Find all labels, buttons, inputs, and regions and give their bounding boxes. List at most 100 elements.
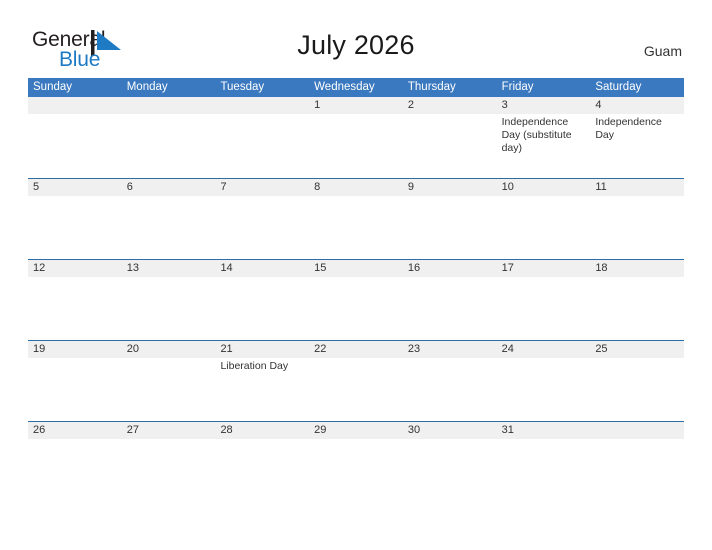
day-cell-empty [122, 97, 216, 178]
day-cell[interactable]: 19 [28, 341, 122, 421]
day-cell[interactable]: 30 [403, 422, 497, 502]
day-cell-row: 1 2 3 Independence Day (substitute day) 4 Ind… [28, 97, 684, 178]
day-events: Independence Day (substitute day) [502, 114, 587, 155]
day-number: 8 [314, 181, 321, 193]
day-cell[interactable]: 12 [28, 260, 122, 340]
day-cell[interactable]: 4 Independence Day [590, 97, 684, 178]
day-cell[interactable]: 27 [122, 422, 216, 502]
day-cell[interactable]: 1 [309, 97, 403, 178]
day-number: 15 [314, 262, 327, 274]
day-cell[interactable]: 2 [403, 97, 497, 178]
calendar-weeks: 1 2 3 Independence Day (substitute day) 4 Ind… [28, 97, 684, 502]
day-cell-row: 19 20 21 Liberation Day 22 23 24 25 [28, 341, 684, 421]
day-cell[interactable]: 17 [497, 260, 591, 340]
day-cell[interactable]: 25 [590, 341, 684, 421]
day-number: 12 [33, 262, 46, 274]
page-header: General Blue July 2026 Guam [0, 0, 712, 78]
day-cell[interactable]: 9 [403, 179, 497, 259]
day-cell[interactable]: 31 [497, 422, 591, 502]
day-number: 1 [314, 99, 321, 111]
day-cell[interactable]: 23 [403, 341, 497, 421]
day-cell[interactable]: 20 [122, 341, 216, 421]
weekday-header-sunday: Sunday [33, 81, 73, 93]
day-cell-row: 5 6 7 8 9 10 11 [28, 179, 684, 259]
day-cell[interactable]: 13 [122, 260, 216, 340]
day-cell[interactable]: 24 [497, 341, 591, 421]
day-number: 22 [314, 343, 327, 355]
calendar-week-row: 19 20 21 Liberation Day 22 23 24 25 [28, 340, 684, 421]
calendar-page: General Blue July 2026 Guam Sunday Monday… [0, 0, 712, 550]
day-number: 24 [501, 343, 514, 355]
day-cell[interactable]: 21 Liberation Day [215, 341, 309, 421]
day-number [595, 422, 680, 439]
day-number: 27 [126, 424, 139, 436]
day-number: 18 [595, 262, 608, 274]
day-cell[interactable]: 16 [403, 260, 497, 340]
day-number: 20 [126, 343, 139, 355]
day-number: 16 [407, 262, 421, 274]
day-number: 11 [595, 181, 607, 193]
holiday-event: Liberation Day [220, 360, 289, 372]
weekday-header-thursday: Thursday [407, 81, 456, 93]
day-cell[interactable]: 22 [309, 341, 403, 421]
day-number: 25 [595, 343, 608, 355]
day-cell-row: 12 13 14 15 16 17 18 [28, 260, 684, 340]
day-events: Liberation Day [220, 358, 305, 373]
day-events: Independence Day [595, 114, 680, 142]
day-number: 5 [33, 181, 40, 193]
day-cell[interactable]: 7 [215, 179, 309, 259]
calendar-grid: Sunday Monday Tuesday Wednesday Thursday Frid… [28, 78, 684, 502]
day-number: 31 [501, 424, 514, 436]
day-number [220, 97, 305, 114]
day-cell[interactable]: 6 [122, 179, 216, 259]
day-cell[interactable]: 28 [215, 422, 309, 502]
day-number: 26 [33, 424, 46, 436]
weekday-header-monday: Monday [126, 81, 168, 93]
day-number [127, 97, 212, 114]
day-number: 14 [220, 262, 233, 274]
day-cell[interactable]: 10 [497, 179, 591, 259]
day-number: 17 [501, 262, 514, 274]
day-number: 3 [501, 99, 508, 111]
day-number: 21 [220, 343, 233, 355]
day-number: 28 [220, 424, 233, 436]
day-number: 6 [126, 181, 133, 193]
calendar-week-row: 12 13 14 15 16 17 18 [28, 259, 684, 340]
holiday-event: Independence Day (substitute day) [501, 116, 572, 154]
day-cell[interactable]: 5 [28, 179, 122, 259]
weekday-header-row: Sunday Monday Tuesday Wednesday Thursday Frid… [28, 78, 684, 97]
holiday-event: Independence Day [595, 116, 662, 141]
day-number: 23 [407, 343, 421, 355]
day-cell[interactable]: 29 [309, 422, 403, 502]
calendar-week-row: 5 6 7 8 9 10 11 [28, 178, 684, 259]
page-title: July 2026 [297, 30, 415, 60]
calendar-week-row: 26 27 28 29 30 31 [28, 421, 684, 502]
day-cell[interactable]: 11 [590, 179, 684, 259]
day-cell[interactable]: 14 [215, 260, 309, 340]
day-number: 2 [407, 99, 414, 111]
day-cell[interactable]: 3 Independence Day (substitute day) [497, 97, 591, 178]
day-number: 30 [407, 424, 421, 436]
day-number: 4 [595, 99, 602, 111]
day-number [33, 97, 118, 114]
day-cell[interactable]: 15 [309, 260, 403, 340]
day-cell[interactable]: 26 [28, 422, 122, 502]
day-number: 9 [407, 181, 414, 193]
weekday-header-wednesday: Wednesday [314, 81, 375, 93]
calendar-week-row: 1 2 3 Independence Day (substitute day) 4 Ind… [28, 97, 684, 178]
region-label: Guam [643, 43, 682, 59]
day-number: 7 [220, 181, 227, 193]
day-cell-empty [590, 422, 684, 502]
day-cell[interactable]: 8 [309, 179, 403, 259]
day-cell-row: 26 27 28 29 30 31 [28, 422, 684, 502]
day-number: 19 [33, 343, 46, 355]
weekday-header-friday: Friday [501, 81, 534, 93]
day-number: 10 [501, 181, 514, 193]
weekday-header-tuesday: Tuesday [220, 81, 265, 93]
day-number: 13 [126, 262, 139, 274]
day-cell-empty [28, 97, 122, 178]
weekday-header-saturday: Saturday [595, 81, 642, 93]
day-number: 29 [314, 424, 327, 436]
day-cell[interactable]: 18 [590, 260, 684, 340]
day-cell-empty [215, 97, 309, 178]
